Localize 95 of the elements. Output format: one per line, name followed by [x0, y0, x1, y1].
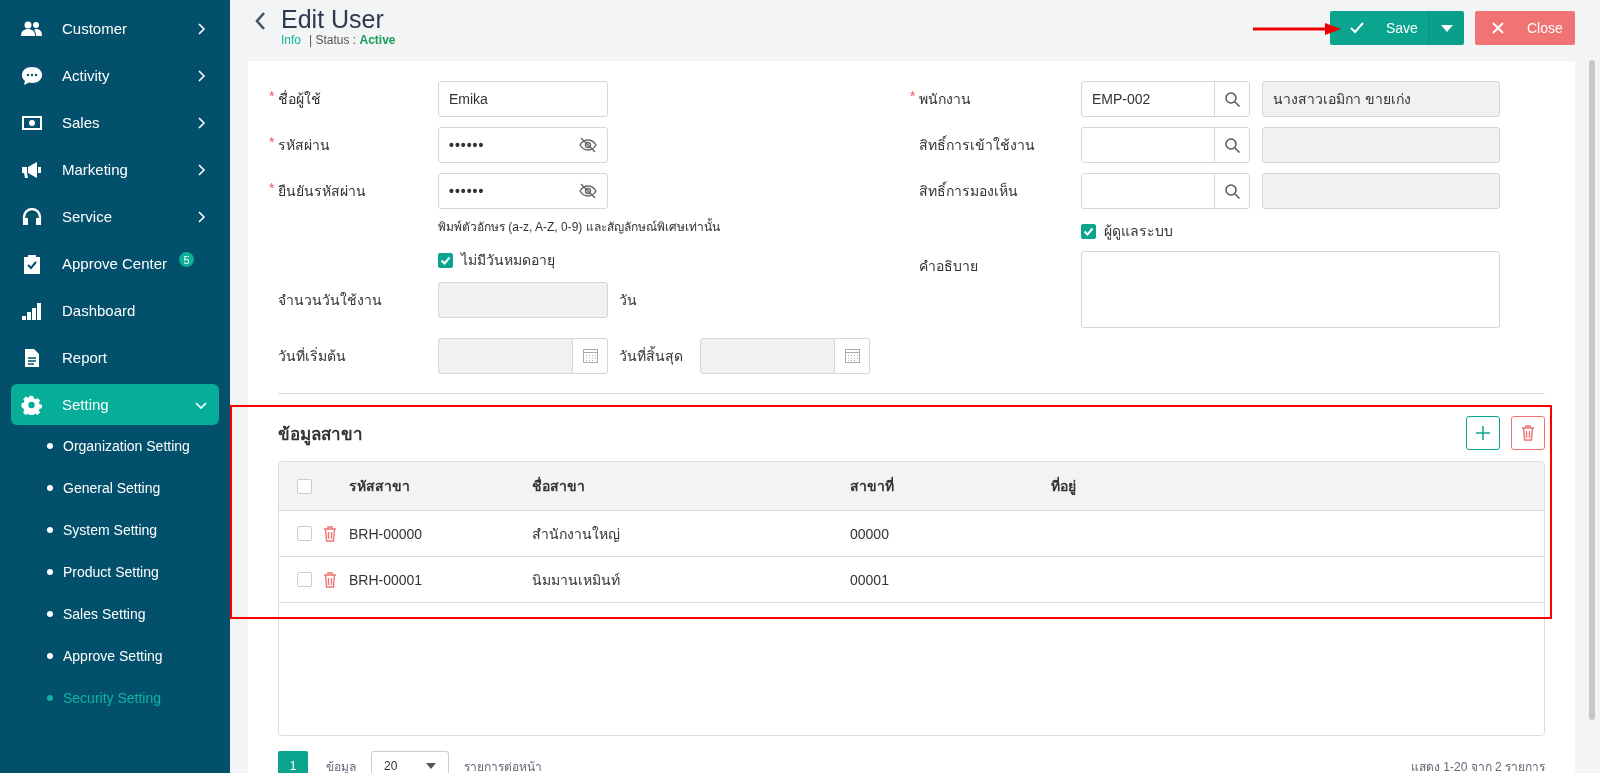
sidebar-menu-item[interactable]: Report — [11, 337, 219, 378]
submenu-item[interactable]: Product Setting — [0, 551, 230, 593]
checkbox[interactable] — [1081, 223, 1096, 239]
search-icon — [1224, 137, 1240, 153]
submenu-item[interactable]: General Setting — [0, 467, 230, 509]
search-button[interactable] — [1214, 82, 1249, 116]
hint-text: พิมพ์ตัวอักษร (a-z, A-Z, 0-9) และสัญลักษณ์พิเศษเท่านั้น — [438, 219, 721, 235]
field-label: ยืนยันรหัสผ่าน — [278, 182, 366, 201]
eye-slash-icon — [579, 137, 597, 153]
close-icon — [1491, 21, 1505, 35]
required-asterisk: * — [910, 88, 917, 106]
search-button[interactable] — [1214, 174, 1249, 208]
unit-label: วัน — [619, 291, 637, 310]
add-button[interactable] — [1466, 416, 1500, 450]
checkbox-label: ไม่มีวันหมดอายุ — [461, 251, 555, 271]
required-asterisk: * — [269, 180, 276, 198]
sidebar-menu-item[interactable]: Dashboard — [11, 290, 219, 331]
calendar-icon — [844, 349, 860, 363]
sidebar-menu-item[interactable]: Marketing — [11, 149, 219, 190]
trash-icon[interactable] — [323, 571, 337, 588]
submenu-item[interactable]: Approve Setting — [0, 635, 230, 677]
delete-button[interactable] — [1511, 416, 1545, 450]
page-size-select[interactable]: 20 — [371, 751, 449, 773]
checkbox-label: ผู้ดูแลระบบ — [1104, 222, 1173, 242]
clipboard-check-icon — [21, 253, 43, 274]
column-header: สาขาที่ — [850, 475, 895, 496]
count-badge: 5 — [179, 252, 194, 267]
pagination-summary: แสดง 1-20 จาก 2 รายการ — [1410, 758, 1545, 773]
field-label: สิทธิ์การเข้าใช้งาน — [919, 134, 1035, 155]
field-label: วันที่สิ้นสุด — [619, 345, 684, 367]
column-header: ชื่อสาขา — [532, 475, 586, 496]
table-cell-text: 00000 — [850, 525, 890, 542]
sidebar-menu-item[interactable]: Service — [11, 196, 219, 237]
table-cell-text: นิมมานเหมินท์ — [532, 570, 621, 590]
bar-chart-icon — [21, 300, 43, 321]
field-label: วันที่เริ่มต้น — [278, 346, 346, 366]
search-icon — [1224, 91, 1240, 107]
trash-icon — [1521, 425, 1535, 441]
search-icon — [1224, 183, 1240, 199]
calendar-icon — [582, 349, 598, 363]
page-title: Edit User — [281, 5, 384, 33]
checkbox[interactable] — [297, 478, 312, 494]
lookup-field[interactable] — [1081, 173, 1250, 209]
checkbox[interactable] — [297, 572, 312, 587]
table-cell-text: BRH-00001 — [349, 571, 424, 588]
field-label: ชื่อผู้ใช้ — [278, 89, 321, 110]
field-label: รหัสผ่าน — [278, 136, 330, 155]
dropdown-toggle[interactable] — [1428, 11, 1464, 45]
sidebar-menu-item[interactable]: Approve Center 5 — [11, 243, 219, 284]
readonly-field: นางสาวเอมิกา ขายเก่ง — [1262, 81, 1500, 117]
date-field[interactable] — [700, 338, 870, 374]
table-cell-text: 00001 — [850, 571, 890, 588]
headset-icon — [21, 206, 43, 227]
field-label: สิทธิ์การมองเห็น — [919, 180, 1018, 201]
lookup-field[interactable] — [1081, 127, 1250, 163]
password-field[interactable]: •••••• — [438, 127, 608, 163]
description-textarea[interactable] — [1081, 251, 1500, 328]
password-field[interactable]: •••••• — [438, 173, 608, 209]
check-icon — [1350, 21, 1364, 35]
column-header: รหัสสาขา — [349, 477, 411, 496]
sidebar-menu-item[interactable]: Activity — [11, 55, 219, 96]
status-value: Active — [359, 33, 396, 47]
sidebar-menu-item[interactable]: Sales — [11, 102, 219, 143]
plus-icon — [1475, 425, 1491, 441]
submenu-item[interactable]: Sales Setting — [0, 593, 230, 635]
status-label: | Status : — [309, 33, 358, 47]
field-label: คำอธิบาย — [919, 257, 979, 276]
search-button[interactable] — [1214, 128, 1249, 162]
date-field[interactable] — [438, 338, 608, 374]
field-label: พนักงาน — [919, 90, 971, 109]
gear-icon — [21, 394, 43, 415]
pagination-label: ข้อมูล — [326, 758, 356, 773]
pagination-label: รายการต่อหน้า — [464, 758, 543, 773]
back-button[interactable] — [253, 10, 267, 32]
trash-icon[interactable] — [323, 525, 337, 542]
input-field[interactable]: Emika — [438, 81, 608, 117]
field-label: จำนวนวันใช้งาน — [278, 291, 382, 310]
input-field[interactable] — [438, 282, 608, 318]
submenu-item[interactable]: System Setting — [0, 509, 230, 551]
required-asterisk: * — [269, 88, 276, 106]
table-cell-text: สำนักงานใหญ่ — [532, 524, 621, 544]
required-asterisk: * — [269, 134, 276, 152]
section-title: ข้อมูลสาขา — [278, 423, 364, 447]
column-header: ที่อยู่ — [1051, 475, 1077, 497]
chat-bubble-icon — [21, 65, 43, 86]
submenu-item[interactable]: Organization Setting — [0, 425, 230, 467]
caret-down-icon — [1440, 24, 1453, 32]
lookup-field[interactable]: EMP-002 — [1081, 81, 1250, 117]
megaphone-icon — [21, 159, 43, 180]
eye-slash-icon — [579, 183, 597, 199]
checkbox[interactable] — [297, 526, 312, 541]
caret-down-icon — [426, 763, 436, 769]
table-cell-text: BRH-00000 — [349, 525, 424, 542]
sidebar-menu-item[interactable]: Customer — [11, 8, 219, 49]
checkbox[interactable] — [438, 252, 453, 268]
